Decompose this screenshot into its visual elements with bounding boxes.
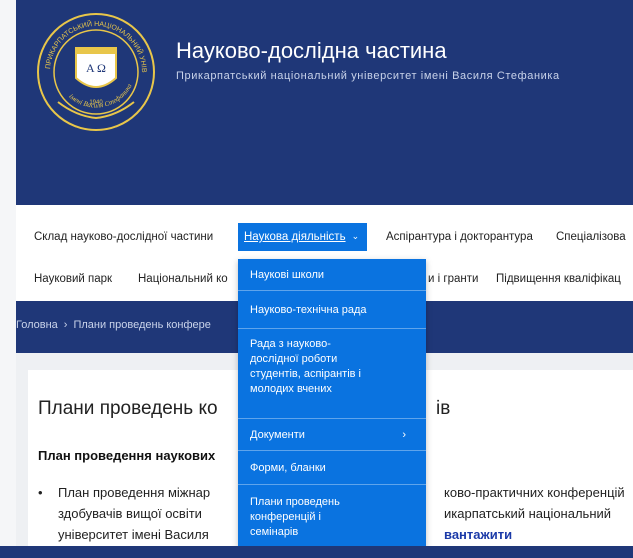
university-seal-icon: ПРИКАРПАТСЬКИЙ НАЦІОНАЛЬНИЙ УНІВЕРСИТЕТ … <box>33 7 155 131</box>
dropdown-item-documents-label: Документи <box>250 429 305 441</box>
bottom-bar <box>0 546 633 558</box>
nav-item-science-park[interactable]: Науковий парк <box>34 265 112 293</box>
chevron-down-icon: ⌄ <box>351 231 360 241</box>
logo-shield-letters: A Ω <box>86 61 106 75</box>
section-heading: План проведення наукових <box>38 448 216 463</box>
breadcrumb-current: Плани проведень конфере <box>73 319 211 331</box>
breadcrumb-home[interactable]: Головна <box>16 319 58 331</box>
nav-item-grants[interactable]: и і гранти <box>428 265 478 293</box>
dropdown-item-scientific-schools[interactable]: Наукові школи <box>238 259 426 291</box>
bullet-line-2-left: здобувачів вищої освіти <box>58 506 202 521</box>
bullet-dot-icon: • <box>38 485 43 500</box>
dropdown-item-scientific-council[interactable]: Науково-технічна рада <box>238 291 426 329</box>
nav-item-research-activity[interactable]: Наукова діяльність ⌄ <box>238 223 368 251</box>
bullet-line-3-left: університет імені Василя <box>58 527 209 542</box>
nav-item-national[interactable]: Національний ко <box>138 265 228 293</box>
bullet-line-1-left: План проведення міжнар <box>58 485 211 500</box>
chevron-right-icon: › <box>402 429 406 441</box>
dropdown-item-forms[interactable]: Форми, бланки <box>238 451 426 485</box>
breadcrumb-separator: › <box>63 319 68 331</box>
page-title-right: ів <box>436 398 451 419</box>
site-header: ПРИКАРПАТСЬКИЙ НАЦІОНАЛЬНИЙ УНІВЕРСИТЕТ … <box>16 0 633 205</box>
page-title-left: Плани проведень ко <box>38 398 218 419</box>
research-activity-dropdown: Наукові школи Науково-технічна рада Рада… <box>238 259 426 558</box>
nav-item-qualification[interactable]: Підвищення кваліфікац <box>496 265 621 293</box>
site-title[interactable]: Науково-дослідна частина <box>176 38 447 64</box>
bullet-line-2-right: икарпатський національний <box>444 506 612 521</box>
nav-item-specialized[interactable]: Спеціалізова <box>556 223 626 251</box>
nav-item-research-activity-label: Наукова діяльність <box>244 231 346 243</box>
logo-year: 1940 <box>89 100 103 106</box>
site-subtitle: Прикарпатський національний університет … <box>176 70 560 82</box>
page-title: Плани проведень ко ів <box>38 398 450 420</box>
nav-item-research-staff[interactable]: Склад науково-дослідної частини <box>34 223 213 251</box>
university-logo[interactable]: ПРИКАРПАТСЬКИЙ НАЦІОНАЛЬНИЙ УНІВЕРСИТЕТ … <box>33 7 156 132</box>
dropdown-item-documents[interactable]: Документи › <box>238 419 426 451</box>
bullet-line-1-right: ково-практичних конференцій <box>444 485 625 500</box>
breadcrumb: Головна › Плани проведень конфере <box>16 319 211 331</box>
left-margin <box>0 0 16 558</box>
nav-item-postgraduate[interactable]: Аспірантура і докторантура <box>386 223 533 251</box>
download-link[interactable]: вантажити <box>444 524 512 545</box>
dropdown-item-student-research-council[interactable]: Рада з науково- дослідної роботи студент… <box>238 329 426 419</box>
